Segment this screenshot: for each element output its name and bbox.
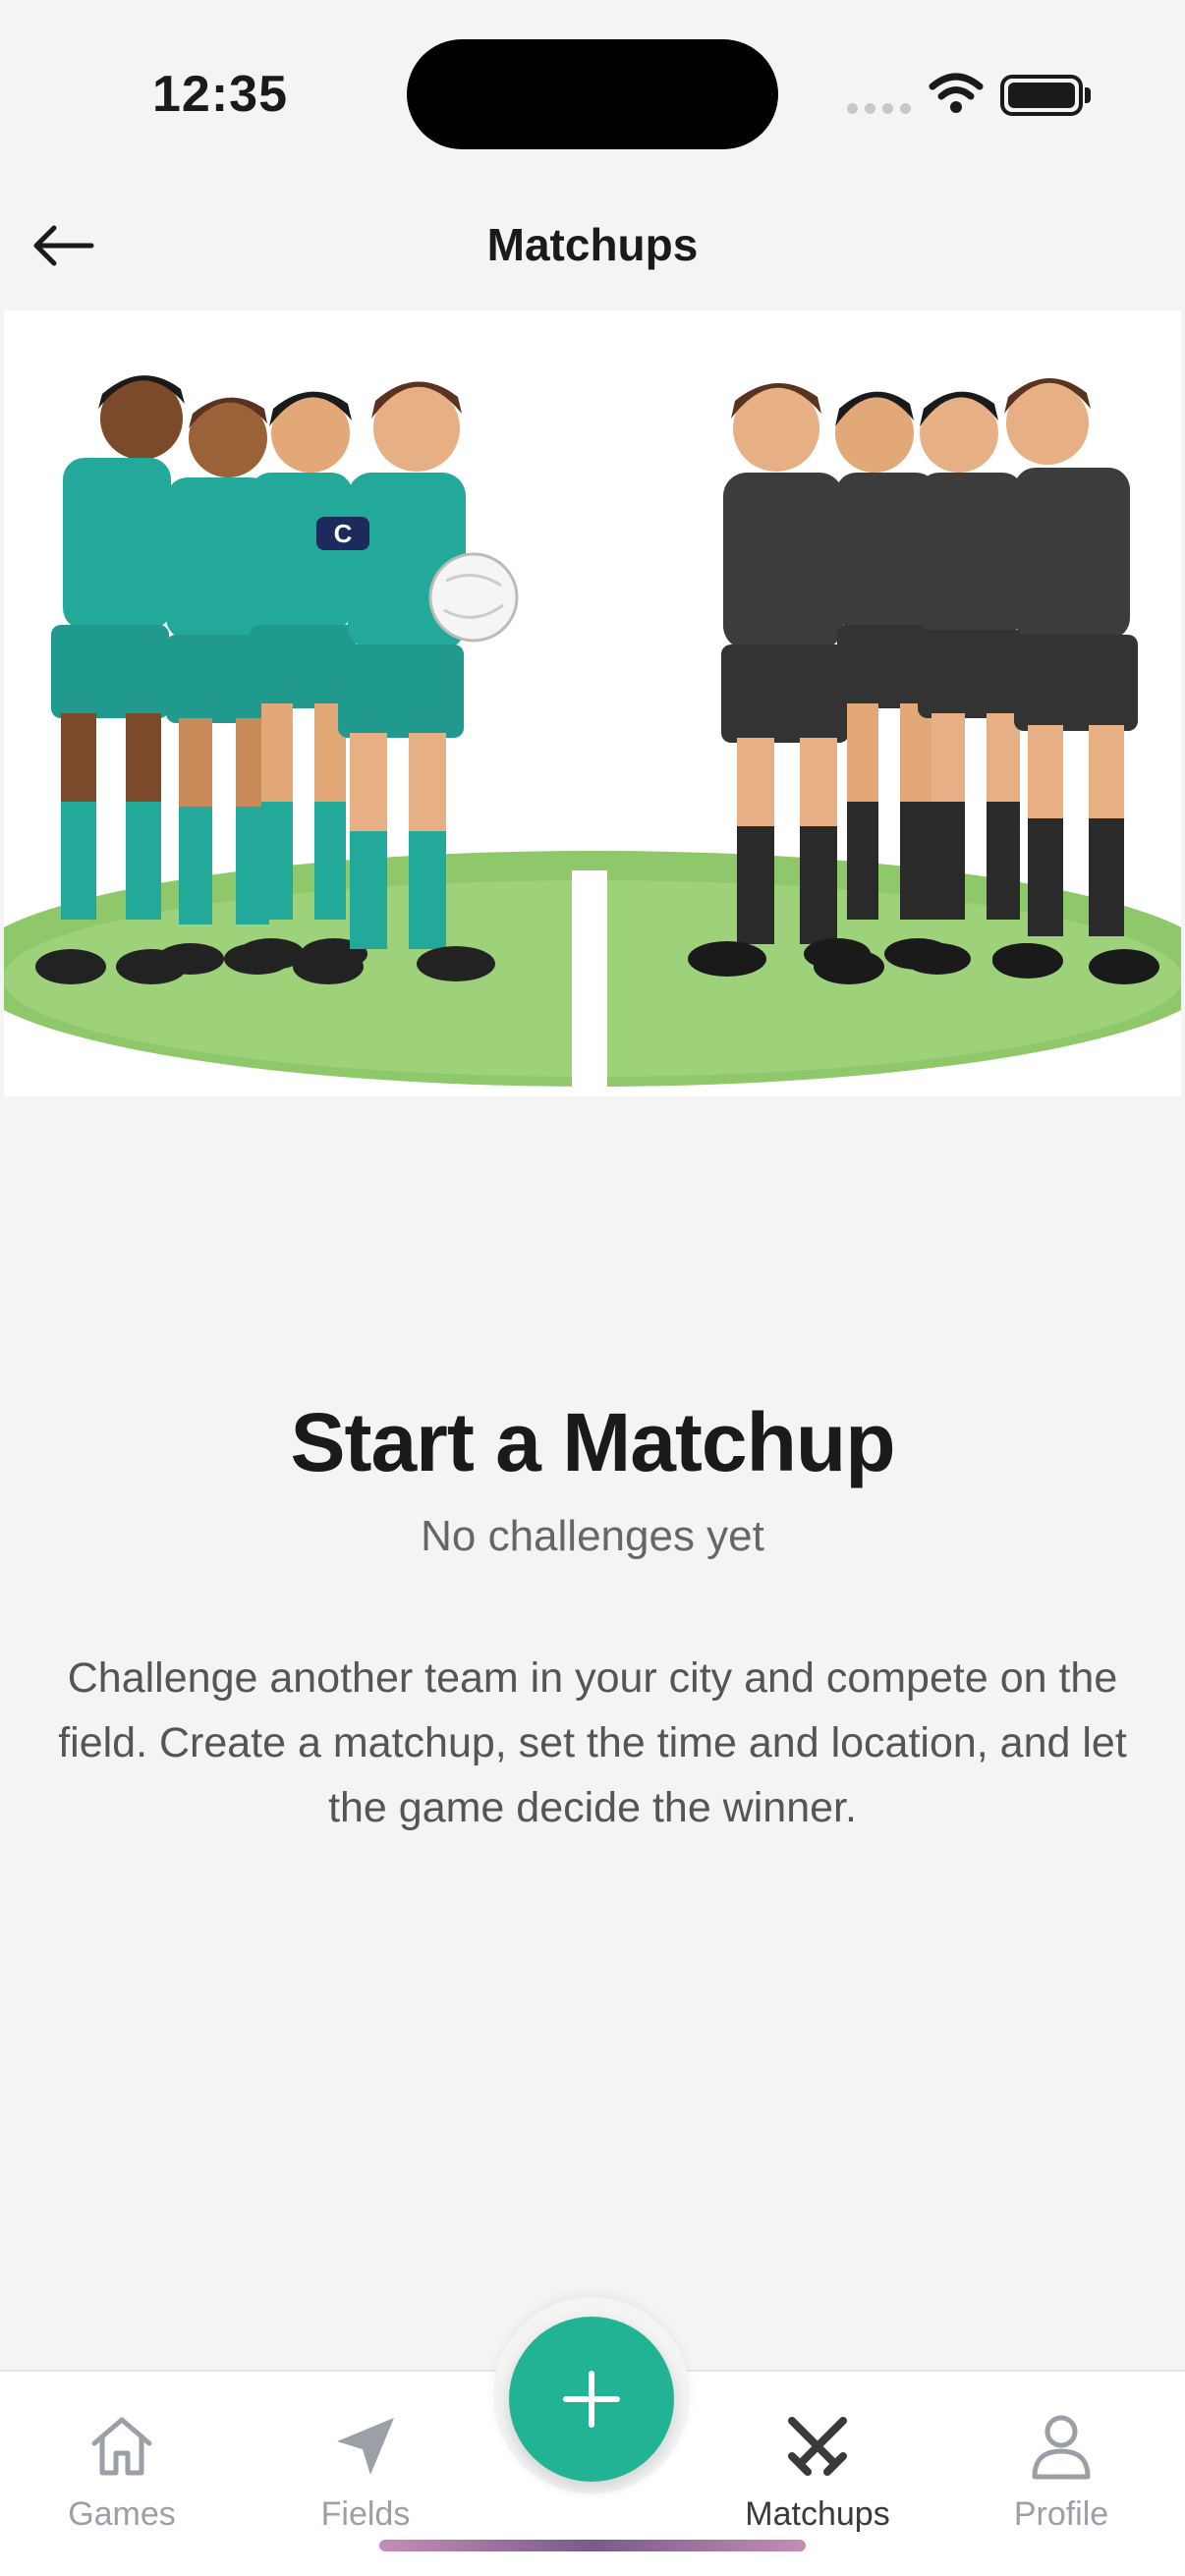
team-teal-players: C [35,375,519,984]
empty-state-description: Challenge another team in your city and … [58,1654,1127,1831]
battery-icon [1000,75,1083,116]
two-teams-illustration: C [4,375,1181,1087]
tab-fields-label: Fields [320,2495,411,2533]
tab-games-label: Games [68,2495,176,2533]
dynamic-island [407,39,778,149]
signal-dots-icon [847,103,911,114]
team-dark-players [688,377,1159,984]
tab-profile-label: Profile [1013,2495,1109,2533]
wifi-icon [929,73,984,113]
home-indicator[interactable] [379,2540,806,2551]
plus-icon [563,2371,620,2428]
tab-matchups[interactable]: Matchups [719,2407,916,2534]
empty-state-title: Start a Matchup [290,1396,895,1488]
tab-matchups-label: Matchups [745,2495,890,2533]
tab-games[interactable]: Games [24,2407,220,2534]
page-title: Matchups [486,219,699,270]
home-icon [91,2417,152,2476]
app-header: Matchups [0,187,1185,305]
battery-tip [1085,87,1091,103]
user-icon [1032,2415,1091,2480]
empty-state-subtitle: No challenges yet [421,1512,764,1560]
tab-profile[interactable]: Profile [963,2407,1159,2534]
crossed-swords-icon [788,2417,847,2476]
hero-illustration: C [4,310,1181,1096]
status-time: 12:35 [152,66,288,123]
empty-state: Start a Matchup No challenges yet Challe… [0,1395,1185,1840]
create-matchup-button[interactable] [509,2317,674,2482]
captain-armband: C [334,519,353,548]
status-bar: 12:35 [0,0,1185,187]
tab-fields[interactable]: Fields [267,2407,464,2534]
navigation-arrow-icon [337,2418,394,2475]
